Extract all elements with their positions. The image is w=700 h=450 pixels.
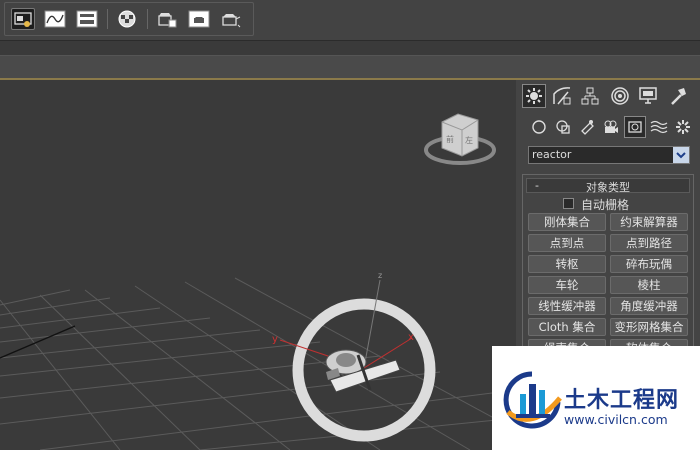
rendered-frame-window-icon[interactable]	[187, 8, 211, 30]
toolbar-group	[4, 2, 254, 36]
main-toolbar	[0, 0, 700, 41]
scene-explorer-icon[interactable]	[11, 8, 35, 30]
curve-editor-icon[interactable]	[43, 8, 67, 30]
point-to-path-button[interactable]: 点到路径	[610, 234, 688, 252]
systems-category-icon[interactable]	[672, 116, 694, 138]
hierarchy-tab-icon[interactable]	[578, 84, 602, 108]
lights-category-icon[interactable]	[576, 116, 598, 138]
toolbar-separator	[107, 9, 108, 29]
site-watermark: 土木工程网 www.civilcn.com	[492, 346, 700, 450]
display-tab-icon[interactable]	[636, 84, 660, 108]
reactor-helper-gizmo[interactable]	[279, 279, 436, 442]
schematic-view-icon[interactable]	[75, 8, 99, 30]
utilities-tab-icon[interactable]	[666, 84, 690, 108]
ragdoll-button[interactable]: 碎布玩偶	[610, 255, 688, 273]
space-warps-category-icon[interactable]	[648, 116, 670, 138]
watermark-title: 土木工程网	[564, 388, 680, 413]
linear-dashpot-button[interactable]: 线性缓冲器	[528, 297, 606, 315]
ribbon-bar	[0, 55, 700, 80]
prismatic-button[interactable]: 棱柱	[610, 276, 688, 294]
material-editor-icon[interactable]	[115, 8, 139, 30]
angular-dashpot-button[interactable]: 角度缓冲器	[610, 297, 688, 315]
perspective-viewport[interactable]: 前 左 y x z	[0, 80, 516, 450]
wheel-button[interactable]: 车轮	[528, 276, 606, 294]
toolbar-separator	[147, 9, 148, 29]
category-dropdown[interactable]: reactor	[528, 146, 690, 164]
svg-text:左: 左	[465, 135, 473, 145]
autogrid-label: 自动栅格	[581, 198, 630, 212]
shapes-category-icon[interactable]	[552, 116, 574, 138]
command-bar	[0, 41, 700, 55]
point-to-point-button[interactable]: 点到点	[528, 234, 606, 252]
checkbox-box[interactable]	[563, 198, 574, 209]
rigid-body-collection-button[interactable]: 刚体集合	[528, 213, 606, 231]
home-grid	[0, 277, 516, 450]
hinge-button[interactable]: 转枢	[528, 255, 606, 273]
viewcube-icon[interactable]: 前 左	[424, 113, 496, 165]
civilcn-logo-icon	[503, 371, 562, 429]
render-setup-icon[interactable]	[155, 8, 179, 30]
motion-tab-icon[interactable]	[608, 84, 632, 108]
rollout-header[interactable]: - 对象类型	[526, 178, 690, 194]
rollout-title: 对象类型	[586, 181, 630, 194]
cloth-collection-button[interactable]: Cloth 集合	[528, 318, 606, 336]
category-dropdown-value: reactor	[532, 148, 572, 161]
create-tab-icon[interactable]	[522, 84, 546, 108]
constraint-solver-button[interactable]: 约束解算器	[610, 213, 688, 231]
modify-tab-icon[interactable]	[550, 84, 574, 108]
deforming-mesh-collection-button[interactable]: 变形网格集合	[610, 318, 688, 336]
render-production-icon[interactable]	[219, 8, 243, 30]
z-axis-label: z	[378, 271, 382, 280]
chevron-down-icon[interactable]	[673, 147, 689, 163]
watermark-url: www.civilcn.com	[564, 412, 668, 427]
geometry-category-icon[interactable]	[528, 116, 550, 138]
y-axis-label: y	[272, 334, 278, 345]
helpers-category-icon[interactable]	[624, 116, 646, 138]
cameras-category-icon[interactable]	[600, 116, 622, 138]
x-axis-label: x	[408, 332, 414, 343]
svg-text:前: 前	[446, 134, 454, 144]
viewport-scene: 前 左 y x z	[0, 113, 516, 450]
